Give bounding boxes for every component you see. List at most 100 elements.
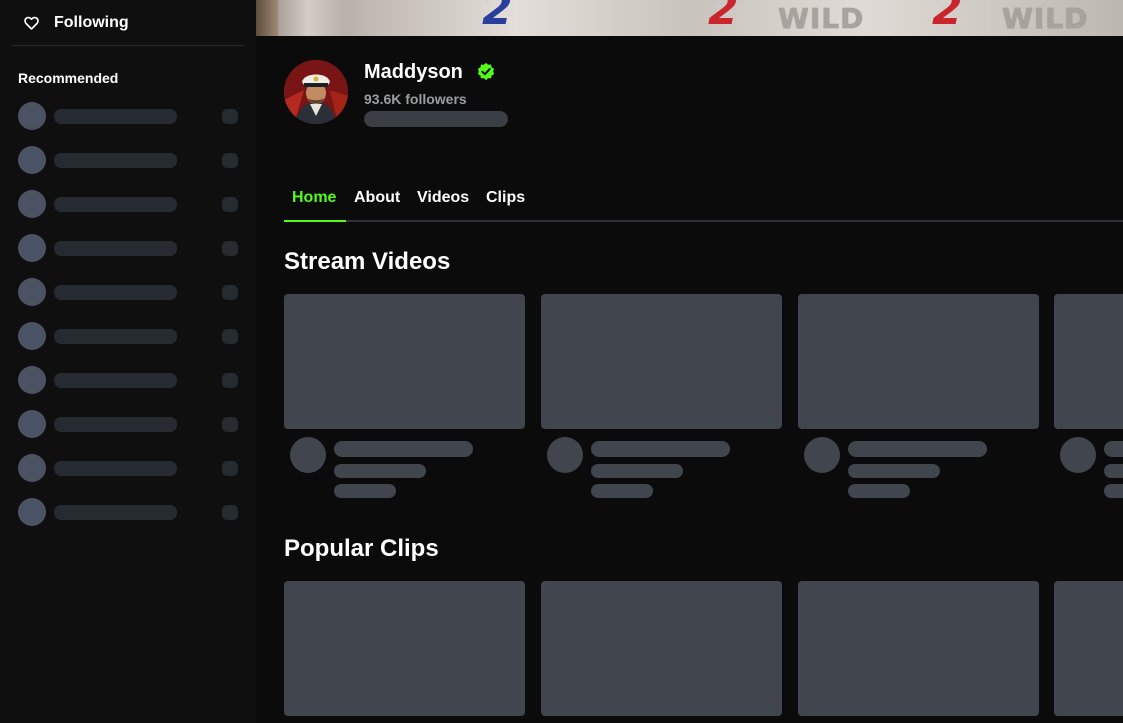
channel-avatar[interactable] [284, 60, 348, 124]
banner-glyph: 2 [708, 0, 739, 35]
video-meta-placeholder [1054, 429, 1123, 499]
video-card-placeholder[interactable] [284, 294, 525, 499]
sidebar: Following Recommended [0, 0, 256, 723]
recommended-channel-placeholder[interactable] [18, 410, 240, 454]
channel-avatar-placeholder [18, 190, 46, 218]
video-avatar-placeholder [1060, 437, 1096, 473]
video-date-placeholder [848, 484, 910, 498]
channel-name-placeholder [54, 285, 177, 300]
heart-icon [24, 16, 39, 30]
stream-videos-title: Stream Videos [284, 248, 451, 275]
video-meta-placeholder [284, 429, 525, 499]
video-avatar-placeholder [290, 437, 326, 473]
video-title-placeholder [848, 441, 987, 457]
video-avatar-placeholder [804, 437, 840, 473]
recommended-channel-placeholder[interactable] [18, 102, 240, 146]
recommended-channel-placeholder[interactable] [18, 146, 240, 190]
video-title-placeholder [591, 441, 730, 457]
channel-avatar-placeholder [18, 454, 46, 482]
video-thumbnail-placeholder [798, 294, 1039, 429]
channel-avatar-placeholder [18, 410, 46, 438]
channel-name-placeholder [54, 329, 177, 344]
viewer-count-placeholder [222, 373, 238, 388]
clip-thumbnail-placeholder [1054, 581, 1123, 716]
viewer-count-placeholder [222, 505, 238, 520]
channel-name-placeholder [54, 109, 177, 124]
channel-avatar-placeholder [18, 498, 46, 526]
following-link[interactable]: Following [12, 0, 244, 46]
clip-thumbnail-placeholder [284, 581, 525, 716]
channel-name-placeholder [54, 461, 177, 476]
channel-avatar-image [284, 60, 348, 124]
video-meta-placeholder [798, 429, 1039, 499]
banner-glyph: 2 [482, 0, 513, 35]
video-thumbnail-placeholder [1054, 294, 1123, 429]
channel-name-placeholder [54, 505, 177, 520]
verified-badge-icon [477, 62, 495, 81]
recommended-channel-placeholder[interactable] [18, 234, 240, 278]
channel-name: Maddyson [364, 61, 463, 83]
clip-card-placeholder[interactable] [1054, 581, 1123, 716]
viewer-count-placeholder [222, 417, 238, 432]
clip-thumbnail-placeholder [798, 581, 1039, 716]
video-card-placeholder[interactable] [798, 294, 1039, 499]
channel-avatar-placeholder [18, 234, 46, 262]
tab-videos[interactable]: Videos [417, 189, 469, 207]
channel-name-placeholder [54, 373, 177, 388]
tab-home[interactable]: Home [292, 189, 336, 207]
follower-count: 93.6K followers [364, 91, 467, 107]
channel-avatar-placeholder [18, 278, 46, 306]
channel-name-placeholder [54, 241, 177, 256]
clip-card-placeholder[interactable] [284, 581, 525, 716]
viewer-count-placeholder [222, 461, 238, 476]
following-label: Following [54, 13, 129, 31]
tab-clips[interactable]: Clips [486, 189, 525, 207]
channel-name-placeholder [54, 417, 177, 432]
video-subtitle-placeholder [591, 464, 683, 478]
channel-banner: 2 2 WILD 2 WILD [256, 0, 1123, 36]
recommended-channel-placeholder[interactable] [18, 366, 240, 410]
channel-avatar-placeholder [18, 366, 46, 394]
recommended-title: Recommended [18, 70, 119, 86]
recommended-channel-placeholder[interactable] [18, 278, 240, 322]
viewer-count-placeholder [222, 329, 238, 344]
video-title-placeholder [334, 441, 473, 457]
video-subtitle-placeholder [848, 464, 940, 478]
banner-glyph: 2 [932, 0, 963, 35]
viewer-count-placeholder [222, 241, 238, 256]
video-title-placeholder [1104, 441, 1123, 457]
channel-avatar-placeholder [18, 322, 46, 350]
recommended-channel-placeholder[interactable] [18, 454, 240, 498]
video-subtitle-placeholder [1104, 464, 1123, 478]
recommended-channel-placeholder[interactable] [18, 322, 240, 366]
recommended-channel-placeholder[interactable] [18, 190, 240, 234]
clip-card-placeholder[interactable] [798, 581, 1039, 716]
viewer-count-placeholder [222, 285, 238, 300]
video-card-placeholder[interactable] [541, 294, 782, 499]
banner-word: WILD [778, 2, 865, 35]
banner-word: WILD [1002, 2, 1089, 35]
video-meta-placeholder [541, 429, 782, 499]
banner-edge [256, 0, 278, 36]
channel-tabs: Home About Videos Clips [284, 179, 1123, 222]
clip-card-placeholder[interactable] [541, 581, 782, 716]
viewer-count-placeholder [222, 197, 238, 212]
video-date-placeholder [1104, 484, 1123, 498]
video-date-placeholder [334, 484, 396, 498]
recommended-channel-placeholder[interactable] [18, 498, 240, 542]
recommended-list [18, 102, 240, 542]
video-thumbnail-placeholder [541, 294, 782, 429]
channel-name-placeholder [54, 197, 177, 212]
viewer-count-placeholder [222, 109, 238, 124]
video-date-placeholder [591, 484, 653, 498]
video-avatar-placeholder [547, 437, 583, 473]
clip-thumbnail-placeholder [541, 581, 782, 716]
tab-about[interactable]: About [354, 189, 400, 207]
channel-avatar-placeholder [18, 146, 46, 174]
viewer-count-placeholder [222, 153, 238, 168]
popular-clips-title: Popular Clips [284, 535, 439, 562]
channel-description-placeholder [364, 111, 508, 127]
video-card-placeholder[interactable] [1054, 294, 1123, 499]
channel-avatar-placeholder [18, 102, 46, 130]
channel-name-placeholder [54, 153, 177, 168]
